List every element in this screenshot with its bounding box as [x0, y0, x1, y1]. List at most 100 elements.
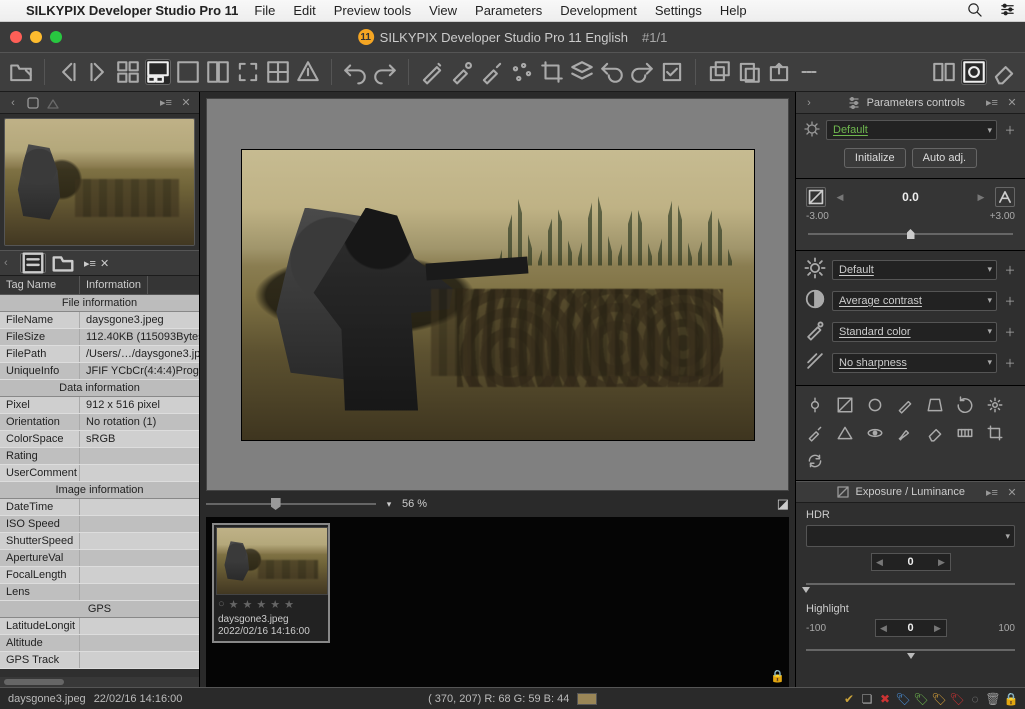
tool-highlight-icon[interactable] — [806, 396, 824, 414]
preset-select[interactable]: Default▾ — [826, 120, 997, 140]
delete-mark-icon[interactable]: ✖ — [879, 693, 891, 705]
tool-rotate-icon[interactable] — [956, 396, 974, 414]
wb-select[interactable]: Default▾ — [832, 260, 997, 280]
exposure-auto-icon[interactable] — [995, 187, 1015, 207]
lock-mark-icon[interactable]: 🔒 — [1005, 693, 1017, 705]
menu-parameters[interactable]: Parameters — [475, 3, 542, 18]
auto-adjust-params-button[interactable]: Auto adj. — [912, 148, 977, 168]
color-select[interactable]: Standard color▾ — [832, 322, 997, 342]
undo-button[interactable] — [342, 59, 368, 85]
combination-view-button[interactable] — [145, 59, 171, 85]
exposure-slider[interactable] — [808, 226, 1013, 242]
window-close-button[interactable] — [10, 31, 22, 43]
thumbnail-tab-icon[interactable] — [26, 96, 40, 110]
menu-development[interactable]: Development — [560, 3, 637, 18]
info-panel-menu-icon[interactable]: ▸≡ — [84, 257, 96, 270]
sharpness-select[interactable]: No sharpness▾ — [832, 353, 997, 373]
single-view-button[interactable] — [175, 59, 201, 85]
mark-yellow-icon[interactable]: 🏷 — [933, 693, 945, 705]
highlight-stepper[interactable]: ◀ 0 ▶ — [875, 619, 947, 637]
initialize-button[interactable]: Initialize — [844, 148, 906, 168]
exposure-panel-menu-icon[interactable]: ▸≡ — [985, 485, 999, 499]
rating-star-2[interactable]: ★ — [243, 598, 253, 611]
info-tab-folder[interactable] — [50, 253, 76, 273]
mark-red-icon[interactable]: 🏷 — [951, 693, 963, 705]
exposure-panel-close-icon[interactable]: ✕ — [1005, 485, 1019, 499]
window-minimize-button[interactable] — [30, 31, 42, 43]
loupe-button[interactable] — [961, 59, 987, 85]
window-zoom-button[interactable] — [50, 31, 62, 43]
menu-preview-tools[interactable]: Preview tools — [334, 3, 411, 18]
mark-blue-icon[interactable]: 🏷 — [897, 693, 909, 705]
compare-button[interactable] — [931, 59, 957, 85]
tool-refresh-icon[interactable] — [806, 452, 824, 470]
paste-params-button[interactable] — [736, 59, 762, 85]
contrast-add-button[interactable]: ＋ — [1003, 293, 1017, 309]
next-button[interactable] — [85, 59, 111, 85]
split-view-button[interactable] — [205, 59, 231, 85]
rating-clear-icon[interactable]: ○ — [218, 598, 225, 611]
highlight-decrease-icon[interactable]: ◀ — [876, 620, 892, 636]
thumbstrip-lock-icon[interactable]: 🔒 — [770, 669, 785, 683]
wb-add-button[interactable]: ＋ — [1003, 262, 1017, 278]
image-viewer[interactable] — [206, 98, 789, 491]
collapse-right-icon[interactable]: › — [802, 96, 816, 110]
hdr-stepper[interactable]: ◀ 0 ▶ — [871, 553, 951, 571]
grid-view-button[interactable] — [115, 59, 141, 85]
layers-button[interactable] — [569, 59, 595, 85]
params-panel-menu-icon[interactable]: ▸≡ — [985, 96, 999, 110]
menu-view[interactable]: View — [429, 3, 457, 18]
control-center-icon[interactable] — [1000, 2, 1015, 20]
copy-params-button[interactable] — [706, 59, 732, 85]
collapse-info-icon[interactable]: ‹ — [4, 257, 16, 269]
panel-menu-icon[interactable]: ▸≡ — [159, 96, 173, 110]
open-folder-button[interactable] — [8, 59, 34, 85]
mark-button[interactable] — [659, 59, 685, 85]
rating-star-3[interactable]: ★ — [256, 598, 266, 611]
highlight-slider[interactable] — [806, 641, 1015, 659]
tool-brush2-icon[interactable] — [896, 424, 914, 442]
brush-button[interactable] — [479, 59, 505, 85]
develop-mark-icon[interactable]: ✔ — [843, 693, 855, 705]
color-add-button[interactable]: ＋ — [1003, 324, 1017, 340]
copy-mark-icon[interactable]: ❏ — [861, 693, 873, 705]
warning-button[interactable] — [295, 59, 321, 85]
rotate-right-button[interactable] — [629, 59, 655, 85]
exposure-increase-icon[interactable]: ▶ — [973, 188, 989, 206]
menu-file[interactable]: File — [254, 3, 275, 18]
eraser-button[interactable] — [991, 59, 1017, 85]
navigator-tab-icon[interactable] — [46, 96, 60, 110]
panel-close-icon[interactable]: ✕ — [179, 96, 193, 110]
rating-star-1[interactable]: ★ — [229, 598, 239, 611]
tool-crop2-icon[interactable] — [986, 424, 1004, 442]
tool-fisheye-icon[interactable] — [866, 424, 884, 442]
hdr-slider[interactable] — [806, 575, 1015, 593]
hdr-decrease-icon[interactable]: ◀ — [872, 554, 888, 570]
tool-tone-icon[interactable] — [836, 396, 854, 414]
noise-button[interactable] — [509, 59, 535, 85]
tool-gradient-icon[interactable] — [956, 424, 974, 442]
sharpness-add-button[interactable]: ＋ — [1003, 355, 1017, 371]
tool-erase-icon[interactable] — [926, 424, 944, 442]
menu-settings[interactable]: Settings — [655, 3, 702, 18]
mark-green-icon[interactable]: 🏷 — [915, 693, 927, 705]
more-button[interactable] — [796, 59, 822, 85]
tool-settings-icon[interactable] — [986, 396, 1004, 414]
menu-edit[interactable]: Edit — [293, 3, 315, 18]
multi-preview-button[interactable] — [265, 59, 291, 85]
navigator-thumbnail[interactable] — [4, 118, 195, 246]
info-panel-close-icon[interactable]: ✕ — [100, 257, 109, 270]
exposure-decrease-icon[interactable]: ◀ — [832, 188, 848, 206]
redo-button[interactable] — [372, 59, 398, 85]
contrast-select[interactable]: Average contrast▾ — [832, 291, 997, 311]
collapse-left-icon[interactable]: ‹ — [6, 96, 20, 110]
rating-star-5[interactable]: ★ — [284, 598, 294, 611]
hdr-increase-icon[interactable]: ▶ — [934, 554, 950, 570]
tool-eyedropper-icon[interactable] — [806, 424, 824, 442]
fullscreen-button[interactable] — [235, 59, 261, 85]
thumbnail-card[interactable]: ○ ★ ★ ★ ★ ★ daysgone3.jpeg 2022/02/16 14… — [212, 523, 330, 643]
export-button[interactable] — [766, 59, 792, 85]
spotlight-icon[interactable] — [967, 2, 982, 20]
app-name[interactable]: SILKYPIX Developer Studio Pro 11 — [26, 3, 238, 18]
trash-mark-icon[interactable]: 🗑 — [987, 693, 999, 705]
